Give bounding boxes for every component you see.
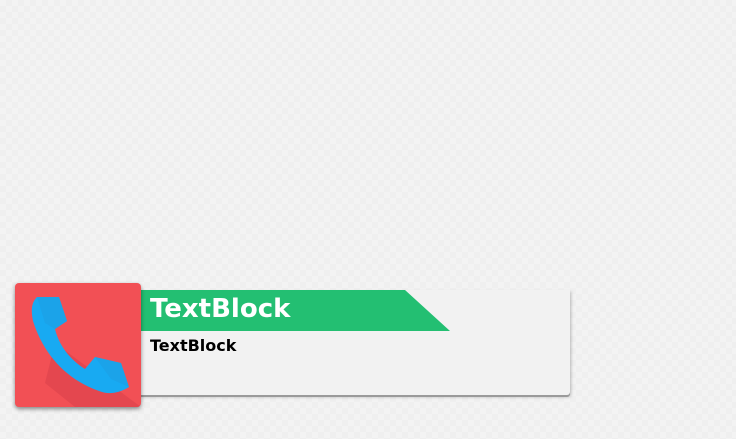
notification-toast: TextBlock TextBlock xyxy=(0,0,736,439)
notification-title: TextBlock xyxy=(150,294,291,324)
notification-body: TextBlock xyxy=(150,336,237,355)
app-icon-tile[interactable] xyxy=(15,283,141,407)
